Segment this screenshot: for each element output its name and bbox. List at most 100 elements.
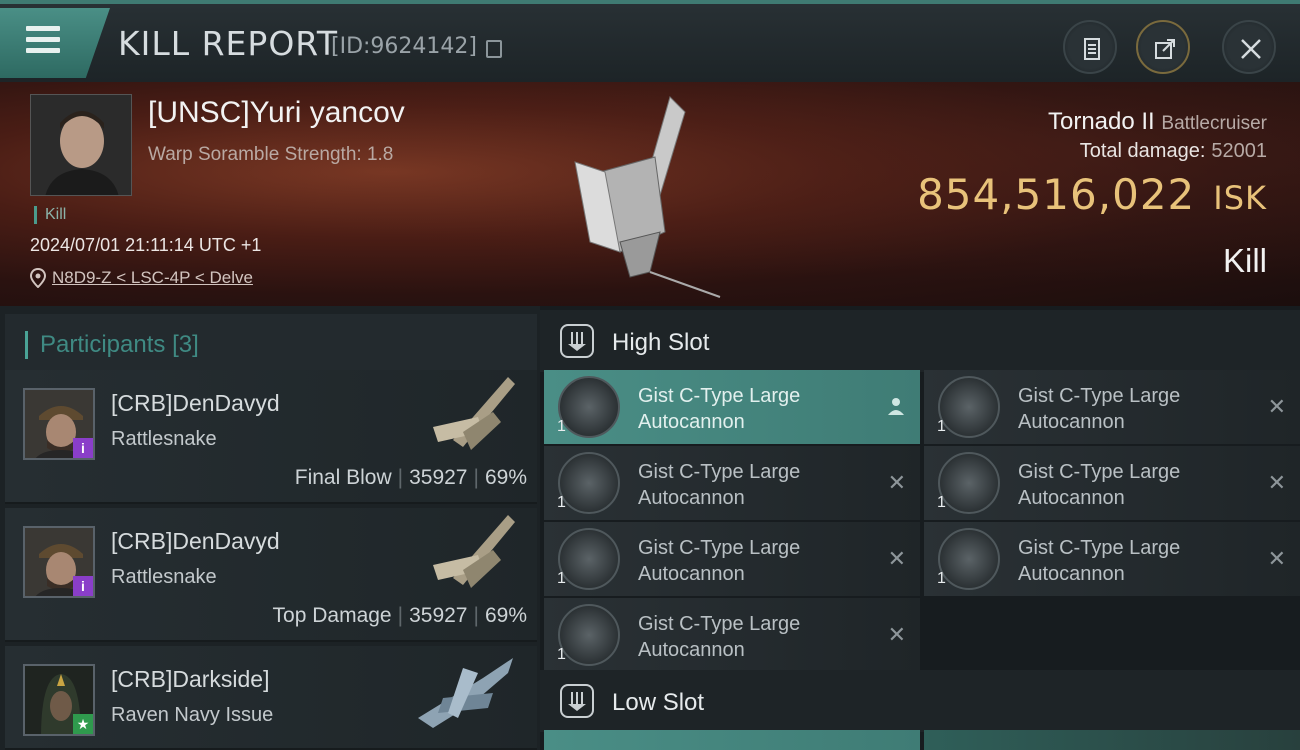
participants-count: [3] <box>172 331 199 358</box>
close-button[interactable] <box>1222 20 1276 74</box>
module-name-line1: Gist C-Type Large <box>638 461 801 483</box>
participant-role: Final Blow <box>294 466 392 489</box>
participant-ship-image <box>418 658 513 728</box>
autocannon-icon <box>558 376 620 438</box>
participant-damage: 35927 <box>409 604 468 627</box>
isk-unit: ISK <box>1213 179 1267 217</box>
module-name: Gist C-Type Large Autocannon <box>1018 383 1238 435</box>
clipboard-button[interactable] <box>1063 20 1117 74</box>
victim-ship-image[interactable] <box>560 92 730 302</box>
participant-row[interactable]: i [CRB]DenDavyd Rattlesnake Final Blow | 3… <box>5 370 537 504</box>
module-name-line1: Gist C-Type Large <box>638 537 801 559</box>
ship-class: Battlecruiser <box>1161 113 1267 134</box>
participants-panel: Participants [3] i [CRB]DenDavyd Rattles… <box>0 306 540 750</box>
module-name-line1: Gist C-Type Large <box>638 385 801 407</box>
module-name-line2: Autocannon <box>1018 563 1125 585</box>
victim-portrait[interactable] <box>30 94 132 196</box>
module-slot[interactable]: 1 Gist C-Type Large Autocannon ✕ <box>924 522 1300 596</box>
total-damage: Total damage: 52001 <box>1080 140 1267 163</box>
victim-banner: [UNSC]Yuri yancov Warp Soramble Strength… <box>0 82 1300 306</box>
destroyed-x-icon: ✕ <box>887 546 906 571</box>
kill-id: [ID:9624142] <box>331 34 477 59</box>
participants-title: Participants [3] <box>25 331 199 359</box>
destroyed-x-icon: ✕ <box>887 470 906 495</box>
share-button[interactable] <box>1136 20 1190 74</box>
participant-name[interactable]: [CRB]Darkside] <box>111 666 269 693</box>
destroyed-x-icon: ✕ <box>1267 394 1286 419</box>
high-slot-icon <box>560 324 594 358</box>
module-slot[interactable]: 1 Gist C-Type Large Autocannon ✕ <box>924 446 1300 520</box>
module-slot[interactable]: 1 Gist C-Type Large Autocannon ✕ <box>924 370 1300 444</box>
victim-avatar <box>31 95 131 195</box>
module-slot[interactable]: 1 Gist C-Type Large Autocannon <box>544 370 920 444</box>
high-slot-header: High Slot <box>540 310 1300 372</box>
share-icon <box>1155 39 1175 59</box>
ship-name: Tornado II <box>1047 108 1155 135</box>
destroyed-x-icon: ✕ <box>1267 546 1286 571</box>
separator: | <box>397 604 404 627</box>
module-name: Gist C-Type Large Autocannon <box>1018 459 1238 511</box>
hamburger-menu-icon <box>26 26 60 54</box>
fittings-panel: High Slot 1 Gist C-Type Large Autocannon… <box>540 306 1300 750</box>
module-name-line2: Autocannon <box>1018 411 1125 433</box>
module-name: Gist C-Type Large Autocannon <box>1018 535 1238 587</box>
module-slot-partial[interactable] <box>544 730 920 750</box>
module-slot[interactable]: 1 Gist C-Type Large Autocannon ✕ <box>544 522 920 596</box>
participant-role: Top Damage <box>272 604 392 627</box>
module-quantity: 1 <box>557 418 566 435</box>
separator: | <box>473 604 479 627</box>
module-name: Gist C-Type Large Autocannon <box>638 383 858 435</box>
close-icon <box>1241 39 1261 59</box>
autocannon-icon <box>938 528 1000 590</box>
module-name-line2: Autocannon <box>638 411 745 433</box>
participant-stats: Top Damage | 35927 | 69% <box>273 604 527 628</box>
module-name-line1: Gist C-Type Large <box>1018 461 1181 483</box>
module-name: Gist C-Type Large Autocannon <box>638 611 858 663</box>
low-slot-icon <box>560 684 594 718</box>
separator: | <box>473 466 479 489</box>
module-slot-partial[interactable] <box>924 730 1300 750</box>
page-title: KILL REPORT <box>118 24 338 63</box>
participant-name[interactable]: [CRB]DenDavyd <box>111 390 280 417</box>
low-slot-header: Low Slot <box>540 670 1300 732</box>
autocannon-icon <box>558 452 620 514</box>
participants-header: Participants [3] <box>5 314 537 372</box>
separator: | <box>397 466 404 489</box>
high-slot-label: High Slot <box>612 329 710 356</box>
module-name: Gist C-Type Large Autocannon <box>638 459 858 511</box>
participant-ship: Rattlesnake <box>111 566 217 588</box>
participant-badge: i <box>73 576 93 596</box>
clipboard-icon <box>1084 38 1100 60</box>
participant-avatar[interactable]: ★ <box>23 664 95 736</box>
kill-timestamp: 2024/07/01 21:11:14 UTC +1 <box>30 235 262 255</box>
module-name-line2: Autocannon <box>638 487 745 509</box>
low-slot-label: Low Slot <box>612 689 705 716</box>
participant-avatar[interactable]: i <box>23 388 95 460</box>
isk-value: 854,516,022 ISK <box>917 170 1267 219</box>
warp-scramble-strength: Warp Soramble Strength: 1.8 <box>148 144 394 165</box>
participant-ship-image <box>433 377 515 450</box>
module-slot[interactable]: 1 Gist C-Type Large Autocannon ✕ <box>544 598 920 672</box>
participant-percent: 69% <box>484 604 527 627</box>
participant-avatar[interactable]: i <box>23 526 95 598</box>
total-damage-label: Total damage: <box>1079 140 1206 162</box>
participant-name[interactable]: [CRB]DenDavyd <box>111 528 280 555</box>
destroyed-x-icon: ✕ <box>1267 470 1286 495</box>
victim-ship: Tornado II Battlecruiser <box>1048 108 1267 136</box>
participant-row[interactable]: ★ [CRB]Darkside] Raven Navy Issue <box>5 646 537 750</box>
location-link[interactable]: N8D9-Z < LSC-4P < Delve <box>52 268 253 288</box>
module-quantity: 1 <box>937 494 946 511</box>
participants-label: Participants <box>40 331 166 358</box>
menu-button[interactable] <box>0 8 110 78</box>
module-name-line2: Autocannon <box>638 639 745 661</box>
copy-id-icon[interactable] <box>486 40 502 58</box>
isk-amount: 854,516,022 <box>917 170 1196 219</box>
autocannon-icon <box>558 528 620 590</box>
module-quantity: 1 <box>937 418 946 435</box>
participant-badge: ★ <box>73 714 93 734</box>
module-quantity: 1 <box>557 646 566 663</box>
module-slot[interactable]: 1 Gist C-Type Large Autocannon ✕ <box>544 446 920 520</box>
autocannon-icon <box>938 376 1000 438</box>
victim-name[interactable]: [UNSC]Yuri yancov <box>148 96 405 130</box>
participant-row[interactable]: i [CRB]DenDavyd Rattlesnake Top Damage | 3… <box>5 508 537 642</box>
